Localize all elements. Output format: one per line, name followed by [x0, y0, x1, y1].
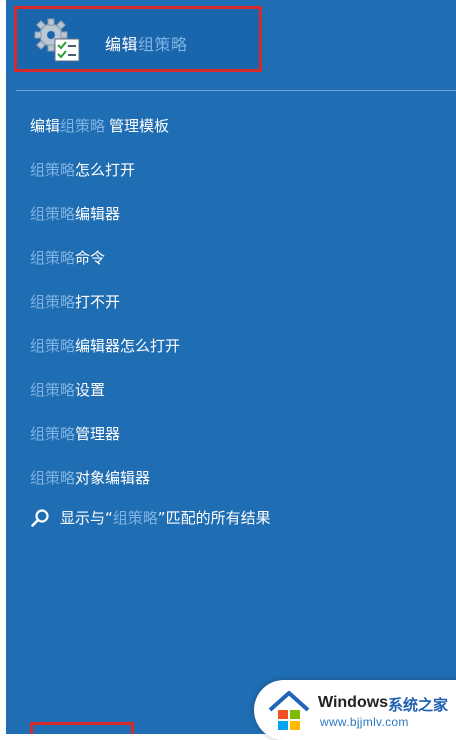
top-result-group-policy-editor[interactable]: 编辑组策略: [14, 6, 262, 72]
site-watermark: Windows 系统之家 www.bjjmlv.com: [254, 680, 456, 740]
web-search-all-results-link[interactable]: 显示与“组策略”匹配的所有结果: [30, 502, 271, 534]
suggestion-item[interactable]: 组策略打不开: [30, 286, 440, 330]
suggestion-faded-prefix: 组策略: [30, 425, 76, 443]
search-icon: [30, 507, 50, 527]
suggestion-faded-prefix: 组策略: [30, 337, 76, 355]
suggestion-faded-prefix: 组策略: [30, 293, 76, 311]
suggestion-suffix: 怎么打开: [75, 161, 136, 179]
highlighted-bottom-tab[interactable]: [30, 722, 134, 734]
results-divider: [16, 90, 456, 91]
group-policy-gear-icon: [31, 17, 83, 65]
house-logo-icon: [266, 688, 312, 732]
web-search-term: 组策略: [112, 509, 158, 527]
suggestion-suffix: 对象编辑器: [75, 469, 151, 487]
suggestion-suffix: 编辑器怎么打开: [75, 337, 181, 355]
top-result-label-faded: 组策略: [138, 35, 188, 54]
search-suggestions-list: 编辑组策略 管理模板 组策略怎么打开 组策略编辑器 组策略命令 组策略打不开 组策…: [30, 110, 440, 506]
suggestion-item[interactable]: 编辑组策略 管理模板: [30, 110, 440, 154]
web-search-suffix: ”匹配的所有结果: [157, 509, 271, 527]
suggestion-faded-prefix: 组策略: [30, 161, 76, 179]
suggestion-suffix: 打不开: [75, 293, 121, 311]
suggestion-item[interactable]: 组策略编辑器: [30, 198, 440, 242]
suggestion-item[interactable]: 组策略编辑器怎么打开: [30, 330, 440, 374]
suggestion-suffix: 编辑器: [75, 205, 121, 223]
suggestion-item[interactable]: 组策略设置: [30, 374, 440, 418]
suggestion-suffix: 管理器: [75, 425, 121, 443]
suggestion-bold-part: 编辑: [30, 117, 61, 135]
suggestion-faded-prefix: 组策略: [30, 249, 76, 267]
watermark-title-cn: 系统之家: [388, 696, 449, 714]
suggestion-item[interactable]: 组策略管理器: [30, 418, 440, 462]
suggestion-faded-prefix: 组策略: [30, 469, 76, 487]
top-result-label-bold: 编辑: [105, 35, 139, 54]
suggestion-item[interactable]: 组策略对象编辑器: [30, 462, 440, 506]
suggestion-item[interactable]: 组策略命令: [30, 242, 440, 286]
top-result-label: 编辑组策略: [105, 31, 188, 55]
suggestion-faded-prefix: 组策略: [30, 381, 76, 399]
suggestion-faded-part: 组策略: [60, 117, 106, 135]
web-search-prefix: 显示与“: [60, 509, 113, 527]
suggestion-suffix: 管理模板: [109, 117, 170, 135]
suggestion-suffix: 设置: [75, 381, 106, 399]
suggestion-item[interactable]: 组策略怎么打开: [30, 154, 440, 198]
watermark-title: Windows: [318, 694, 389, 711]
watermark-url: www.bjjmlv.com: [320, 715, 409, 729]
search-results-panel: 编辑组策略 编辑组策略 管理模板 组策略怎么打开 组策略编辑器 组策略命令 组策略…: [6, 0, 456, 734]
suggestion-suffix: 命令: [75, 249, 106, 267]
suggestion-faded-prefix: 组策略: [30, 205, 76, 223]
